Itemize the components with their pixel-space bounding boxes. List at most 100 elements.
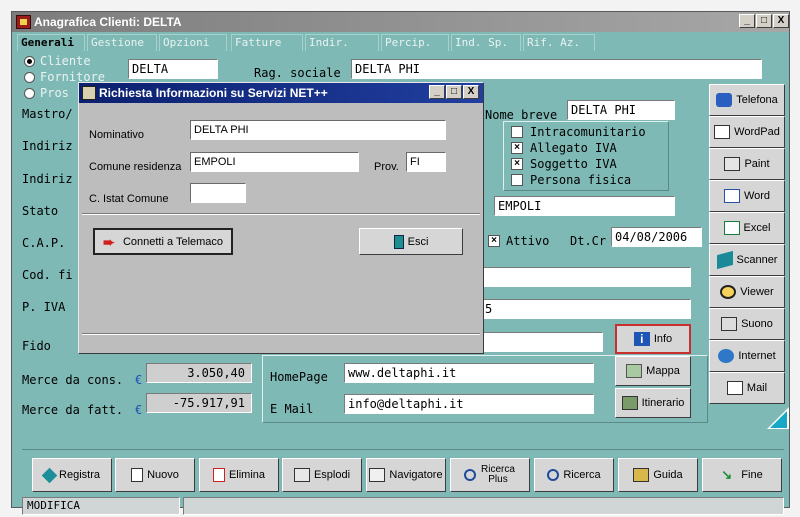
- chk-persona-fisica-label: Persona fisica: [530, 173, 632, 187]
- dialog-minimize-button[interactable]: _: [429, 85, 445, 99]
- mappa-button[interactable]: Mappa: [615, 356, 691, 386]
- ricerca-plus-button[interactable]: Ricerca Plus: [450, 458, 530, 492]
- registra-button[interactable]: Registra: [32, 458, 112, 492]
- chk-persona-fisica[interactable]: [511, 174, 523, 186]
- close-button[interactable]: X: [773, 14, 789, 28]
- fido-field[interactable]: [481, 332, 603, 352]
- dtcr-field[interactable]: 04/08/2006: [611, 227, 702, 247]
- net-services-dialog: Richiesta Informazioni su Servizi NET++ …: [78, 82, 484, 354]
- attivo-label: Attivo: [506, 234, 550, 248]
- envelope-icon: [726, 381, 743, 395]
- elimina-button[interactable]: Elimina: [199, 458, 279, 492]
- nominativo-field[interactable]: DELTA PHI: [190, 120, 446, 140]
- door-icon: [393, 234, 404, 249]
- nome-breve-label: Nome breve: [485, 108, 558, 122]
- dtcr-label: Dt.Cr: [570, 234, 607, 248]
- viewer-button[interactable]: Viewer: [709, 276, 785, 308]
- dialog-close-button[interactable]: X: [463, 85, 479, 99]
- maximize-button[interactable]: □: [756, 14, 772, 28]
- comune-residenza-label: Comune residenza: [89, 161, 182, 173]
- paint-button[interactable]: Paint: [709, 148, 785, 180]
- tab-gestione[interactable]: Gestione: [87, 34, 157, 51]
- tab-indirizzi[interactable]: Indir.: [305, 34, 379, 51]
- dialog-titlebar[interactable]: Richiesta Informazioni su Servizi NET++ …: [79, 83, 483, 103]
- tab-ind-sp[interactable]: Ind. Sp.: [451, 34, 521, 51]
- excel-button[interactable]: Excel: [709, 212, 785, 244]
- chk-intracomunitario-label: Intracomunitario: [530, 125, 646, 139]
- radio-fornitore[interactable]: [24, 72, 35, 83]
- globe-icon: [718, 349, 735, 363]
- new-document-icon: [131, 468, 144, 482]
- prov-label: Prov.: [374, 161, 399, 173]
- tab-generali[interactable]: Generali: [17, 34, 85, 51]
- tree-icon: [293, 468, 310, 482]
- cod-fiscale-label: Cod. fi: [22, 268, 73, 282]
- prov-field[interactable]: FI: [406, 152, 446, 172]
- word-icon: [723, 189, 740, 203]
- tab-opzioni[interactable]: Opzioni: [159, 34, 227, 51]
- status-bar: MODIFICA: [22, 497, 784, 517]
- esplodi-button[interactable]: Esplodi: [282, 458, 362, 492]
- merce-fatt-label: Merce da fatt.: [22, 403, 124, 417]
- comune-residenza-field[interactable]: EMPOLI: [190, 152, 359, 172]
- tab-fatture[interactable]: Fatture: [231, 34, 303, 51]
- email-label: E Mail: [270, 402, 314, 416]
- comune-field[interactable]: EMPOLI: [494, 196, 675, 216]
- chk-allegato-iva[interactable]: ×: [511, 142, 523, 154]
- piva-label: P. IVA: [22, 300, 66, 314]
- esci-button[interactable]: Esci: [359, 228, 463, 255]
- scanner-button[interactable]: Scanner: [709, 244, 785, 276]
- chk-allegato-iva-label: Allegato IVA: [530, 141, 617, 155]
- status-mode: MODIFICA: [22, 497, 180, 515]
- paint-icon: [724, 157, 741, 171]
- info-button[interactable]: i Info: [615, 324, 691, 354]
- itinerario-button[interactable]: Itinerario: [615, 388, 691, 418]
- dialog-separator-bottom: [82, 333, 480, 335]
- telefona-button[interactable]: Telefona: [709, 84, 785, 116]
- rag-sociale-field[interactable]: DELTA PHI: [351, 59, 762, 79]
- piva-field[interactable]: 5: [481, 299, 691, 319]
- navigatore-button[interactable]: Navigatore: [366, 458, 446, 492]
- guida-button[interactable]: Guida: [618, 458, 698, 492]
- suono-button[interactable]: Suono: [709, 308, 785, 340]
- chk-soggetto-iva[interactable]: ×: [511, 158, 523, 170]
- bottom-toolbar: Registra Nuovo Elimina Esplodi Navigator…: [22, 449, 784, 497]
- internet-button[interactable]: Internet: [709, 340, 785, 372]
- wordpad-button[interactable]: WordPad: [709, 116, 785, 148]
- homepage-label: HomePage: [270, 370, 328, 384]
- radio-cliente-label: Cliente: [40, 54, 91, 68]
- code-field[interactable]: DELTA: [128, 59, 218, 79]
- exit-icon: ↘: [721, 467, 733, 482]
- ricerca-button[interactable]: Ricerca: [534, 458, 614, 492]
- homepage-field[interactable]: www.deltaphi.it: [344, 363, 594, 383]
- merce-cons-label: Merce da cons.: [22, 373, 124, 387]
- minimize-button[interactable]: _: [739, 14, 755, 28]
- window-title: Anagrafica Clienti: DELTA: [34, 15, 182, 29]
- speaker-icon: [721, 317, 738, 331]
- scanner-icon: [716, 250, 733, 270]
- email-field[interactable]: info@deltaphi.it: [344, 394, 594, 414]
- window-titlebar[interactable]: Anagrafica Clienti: DELTA _ □ X: [12, 12, 789, 32]
- search-plus-icon: [464, 469, 476, 481]
- tab-percipienti[interactable]: Percip.: [381, 34, 449, 51]
- mail-button[interactable]: Mail: [709, 372, 785, 404]
- dialog-title: Richiesta Informazioni su Servizi NET++: [99, 86, 328, 100]
- tab-rif-az[interactable]: Rif. Az.: [523, 34, 595, 51]
- fine-button[interactable]: ↘ Fine: [702, 458, 782, 492]
- nome-breve-field[interactable]: DELTA PHI: [567, 100, 675, 120]
- dialog-maximize-button[interactable]: □: [446, 85, 462, 99]
- chk-attivo[interactable]: ×: [488, 235, 500, 247]
- resize-corner-inner: [770, 411, 787, 428]
- wordpad-icon: [714, 125, 731, 139]
- codfisc-field[interactable]: [481, 267, 691, 287]
- radio-prospect[interactable]: [24, 88, 35, 99]
- istat-field[interactable]: [190, 183, 246, 203]
- word-button[interactable]: Word: [709, 180, 785, 212]
- cap-label: C.A.P.: [22, 236, 66, 250]
- chk-intracomunitario[interactable]: [511, 126, 523, 138]
- istat-label: C. Istat Comune: [89, 193, 169, 205]
- connetti-telemaco-button[interactable]: ➨ Connetti a Telemaco: [93, 228, 233, 255]
- nuovo-button[interactable]: Nuovo: [115, 458, 195, 492]
- dialog-app-icon: [82, 86, 96, 100]
- radio-cliente[interactable]: [24, 56, 35, 67]
